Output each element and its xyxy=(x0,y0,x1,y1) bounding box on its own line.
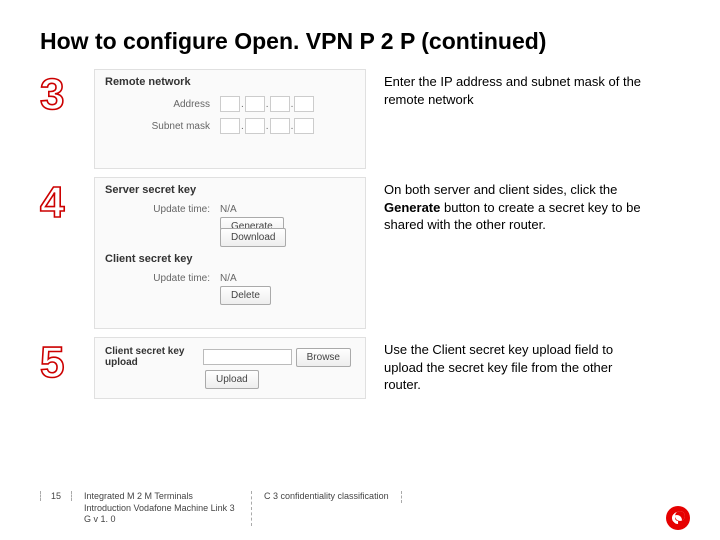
subnet-octet-4[interactable] xyxy=(294,118,314,134)
upload-panel: Client secret key upload Browse Upload xyxy=(94,337,366,399)
remote-network-panel: Remote network Address . . . Subnet mask… xyxy=(94,69,366,169)
footer-block-2: C 3 confidentiality classification xyxy=(252,491,402,503)
server-update-row: Update time: N/A xyxy=(105,204,355,215)
dot: . xyxy=(291,99,294,110)
step-5-description: Use the Client secret key upload field t… xyxy=(384,341,644,394)
page-number: 15 xyxy=(40,491,72,501)
address-label: Address xyxy=(105,99,220,110)
server-button-row: Generate Download xyxy=(220,221,355,243)
address-octet-3[interactable] xyxy=(270,96,290,112)
step-4-desc-pre: On both server and client sides, click t… xyxy=(384,182,617,197)
subnet-row: Subnet mask . . . xyxy=(105,118,355,134)
step-4-description: On both server and client sides, click t… xyxy=(384,181,644,234)
address-octet-4[interactable] xyxy=(294,96,314,112)
server-secret-key-heading: Server secret key xyxy=(105,184,355,196)
client-update-value: N/A xyxy=(220,273,237,284)
subnet-octet-1[interactable] xyxy=(220,118,240,134)
client-secret-key-heading: Client secret key xyxy=(105,253,355,265)
dot: . xyxy=(241,99,244,110)
dot: . xyxy=(291,121,294,132)
address-row: Address . . . xyxy=(105,96,355,112)
page-title: How to configure Open. VPN P 2 P (contin… xyxy=(40,28,680,55)
address-octet-2[interactable] xyxy=(245,96,265,112)
subnet-octet-2[interactable] xyxy=(245,118,265,134)
delete-button[interactable]: Delete xyxy=(220,286,271,305)
secret-key-panel: Server secret key Update time: N/A Gener… xyxy=(94,177,366,329)
step-3: 3 Remote network Address . . . Subnet ma… xyxy=(40,69,680,169)
dot: . xyxy=(266,121,269,132)
step-4-desc-bold: Generate xyxy=(384,200,440,215)
step-5: 5 Client secret key upload Browse Upload… xyxy=(40,337,680,399)
step-4: 4 Server secret key Update time: N/A Gen… xyxy=(40,177,680,329)
dot: . xyxy=(241,121,244,132)
remote-network-heading: Remote network xyxy=(105,76,355,88)
step-3-description: Enter the IP address and subnet mask of … xyxy=(384,73,644,108)
dot: . xyxy=(266,99,269,110)
footer-block-1: Integrated M 2 M Terminals Introduction … xyxy=(72,491,252,526)
address-octet-1[interactable] xyxy=(220,96,240,112)
server-update-value: N/A xyxy=(220,204,237,215)
slide-footer: 15 Integrated M 2 M Terminals Introducti… xyxy=(40,491,690,526)
client-update-label: Update time: xyxy=(105,273,220,284)
step-number-4: 4 xyxy=(40,181,88,225)
step-number-3: 3 xyxy=(40,73,88,117)
upload-button[interactable]: Upload xyxy=(205,370,259,389)
subnet-octet-3[interactable] xyxy=(270,118,290,134)
footer-line-2: Introduction Vodafone Machine Link 3 G v… xyxy=(84,503,239,526)
client-update-row: Update time: N/A xyxy=(105,273,355,284)
upload-row: Client secret key upload Browse xyxy=(105,346,355,368)
download-button[interactable]: Download xyxy=(220,228,286,247)
subnet-label: Subnet mask xyxy=(105,121,220,132)
upload-file-field[interactable] xyxy=(203,349,292,365)
browse-button[interactable]: Browse xyxy=(296,348,351,367)
footer-line-1: Integrated M 2 M Terminals xyxy=(84,491,239,503)
upload-button-row: Upload xyxy=(205,374,355,385)
vodafone-logo-icon xyxy=(666,506,690,530)
client-button-row: Delete xyxy=(220,290,355,301)
upload-heading: Client secret key upload xyxy=(105,346,203,368)
footer-classification: C 3 confidentiality classification xyxy=(264,491,389,503)
server-update-label: Update time: xyxy=(105,204,220,215)
step-number-5: 5 xyxy=(40,341,88,385)
